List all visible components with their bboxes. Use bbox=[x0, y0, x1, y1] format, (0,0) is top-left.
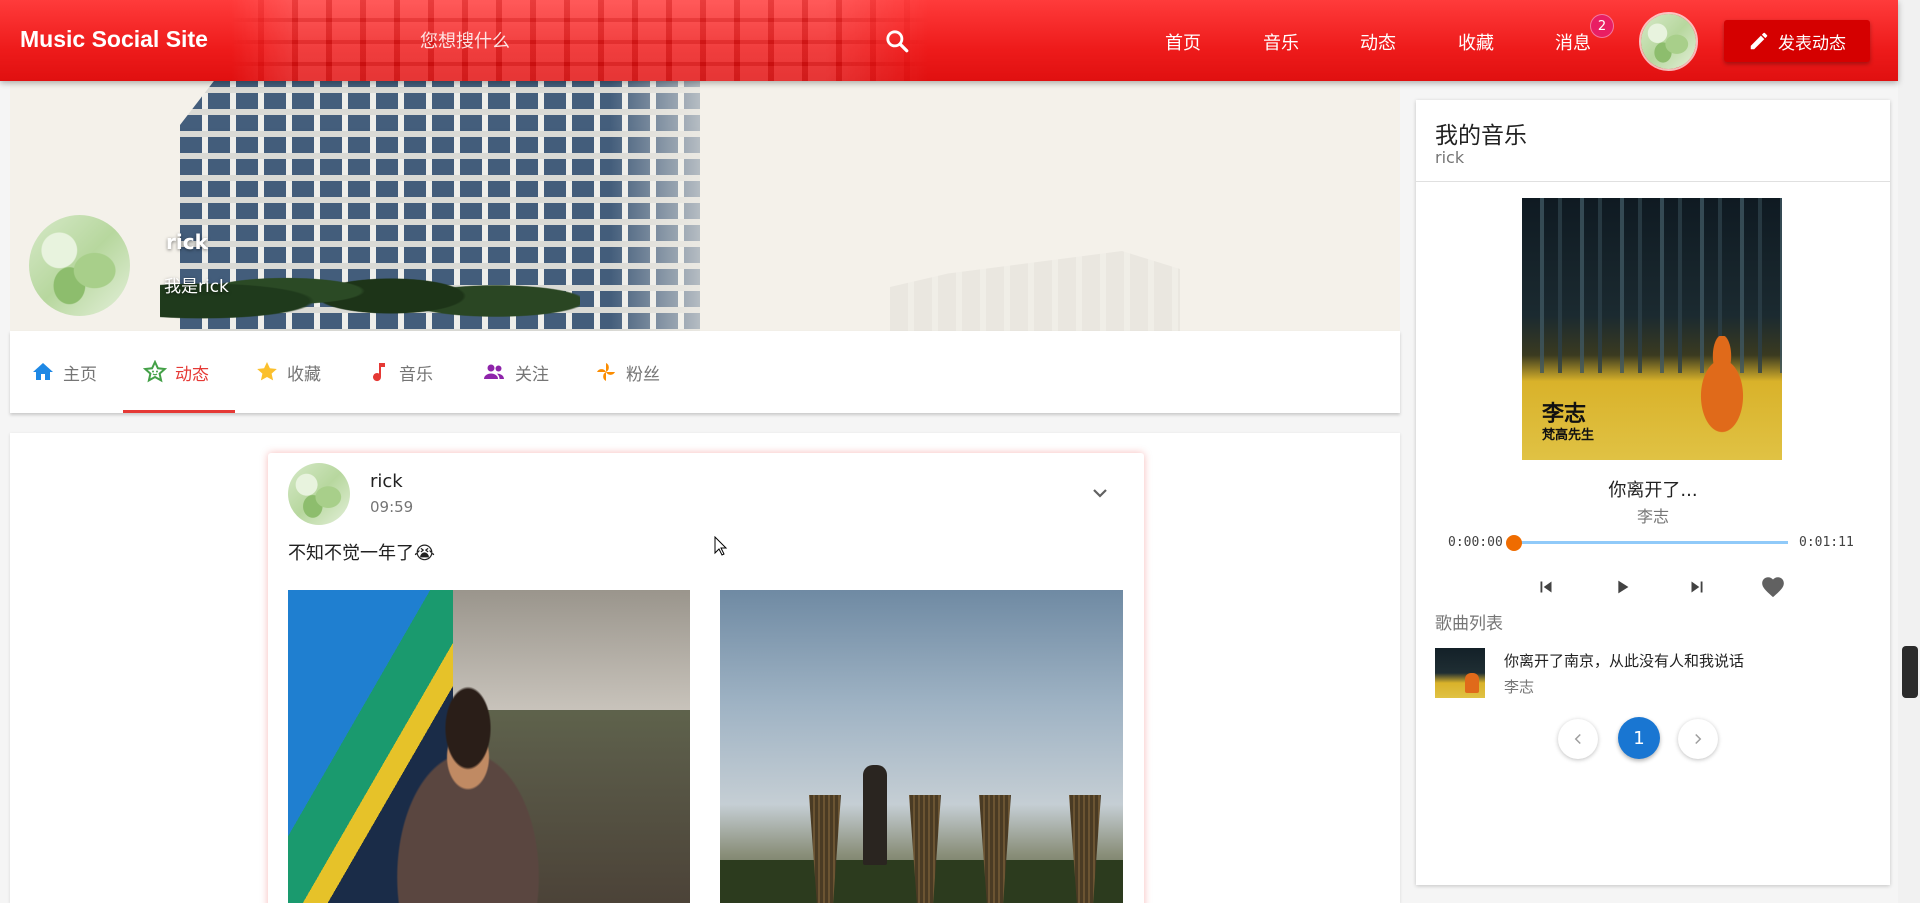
profile-name: rick bbox=[166, 230, 208, 254]
chevron-left-icon bbox=[1574, 733, 1581, 745]
user-avatar[interactable] bbox=[1639, 12, 1698, 71]
progress-slider-thumb[interactable] bbox=[1506, 535, 1522, 551]
profile-bio: 我是rick bbox=[164, 277, 229, 297]
scrollbar-thumb[interactable] bbox=[1902, 646, 1918, 698]
pagination-page[interactable]: 1 bbox=[1618, 717, 1660, 759]
tab-favorites[interactable]: 收藏 bbox=[255, 331, 321, 413]
tab-home-label: 主页 bbox=[63, 364, 97, 385]
playlist-heading: 歌曲列表 bbox=[1435, 614, 1503, 634]
site-title[interactable]: Music Social Site bbox=[20, 26, 208, 53]
tab-feed-label: 动态 bbox=[175, 364, 209, 385]
album-figure bbox=[1687, 336, 1757, 436]
people-icon bbox=[484, 364, 504, 379]
tab-feed[interactable]: 动态 bbox=[143, 331, 209, 413]
progress-slider[interactable] bbox=[1514, 541, 1788, 544]
home-icon bbox=[33, 363, 53, 380]
message-count-badge: 2 bbox=[1590, 14, 1614, 38]
my-music-panel: 我的音乐 rick 李志 梵高先生 你离开了... 李志 0:00:00 0:0… bbox=[1416, 100, 1890, 885]
nav-home[interactable]: 首页 bbox=[1165, 29, 1201, 55]
top-app-bar: Music Social Site 首页 音乐 动态 收藏 消息 2 发表动态 bbox=[0, 0, 1898, 81]
now-playing-artist: 李志 bbox=[1636, 507, 1669, 526]
cover-figure bbox=[1465, 673, 1479, 693]
tab-fans-label: 粉丝 bbox=[626, 364, 660, 385]
tab-home[interactable]: 主页 bbox=[31, 331, 97, 413]
tab-following-label: 关注 bbox=[515, 364, 549, 385]
photo-person bbox=[358, 685, 558, 903]
pagination-next[interactable] bbox=[1678, 719, 1718, 759]
music-panel-title: 我的音乐 bbox=[1435, 123, 1527, 149]
feed-container: rick 09:59 不知不觉一年了😭 bbox=[10, 433, 1400, 903]
playlist-item-cover[interactable] bbox=[1435, 648, 1485, 698]
pinwheel-icon bbox=[597, 363, 615, 381]
play-icon bbox=[1618, 580, 1629, 594]
divider bbox=[1416, 181, 1890, 182]
music-panel-owner: rick bbox=[1435, 148, 1465, 167]
music-note-icon bbox=[373, 363, 385, 382]
nav-feed[interactable]: 动态 bbox=[1360, 29, 1396, 55]
skip-previous-icon bbox=[1540, 581, 1552, 593]
post-timestamp: 09:59 bbox=[370, 498, 414, 516]
tab-favorites-label: 收藏 bbox=[287, 364, 321, 385]
tab-fans[interactable]: 粉丝 bbox=[594, 331, 660, 413]
now-playing-title: 你离开了... bbox=[1608, 480, 1698, 501]
mouse-cursor-icon bbox=[714, 536, 728, 556]
cover-building-faded bbox=[890, 251, 1180, 331]
playlist-item-artist: 李志 bbox=[1504, 678, 1535, 696]
skip-next-icon bbox=[1691, 581, 1703, 593]
nav-messages[interactable]: 消息 bbox=[1555, 29, 1591, 55]
post-author-name[interactable]: rick bbox=[370, 471, 403, 492]
cover-fade bbox=[610, 81, 750, 331]
new-post-label: 发表动态 bbox=[1778, 33, 1846, 54]
tab-music[interactable]: 音乐 bbox=[367, 331, 433, 413]
star-icon bbox=[257, 362, 277, 381]
nav-favorites[interactable]: 收藏 bbox=[1458, 29, 1494, 55]
photo-person bbox=[863, 765, 887, 865]
next-button[interactable] bbox=[1682, 572, 1712, 602]
pencil-icon bbox=[1750, 32, 1768, 50]
pagination-prev[interactable] bbox=[1558, 719, 1598, 759]
album-title-text: 梵高先生 bbox=[1542, 428, 1595, 443]
post-photo[interactable] bbox=[720, 590, 1123, 903]
total-time: 0:01:11 bbox=[1799, 535, 1854, 550]
post-photo[interactable] bbox=[288, 590, 690, 903]
post-text: 不知不觉一年了😭 bbox=[288, 543, 436, 564]
previous-button[interactable] bbox=[1531, 572, 1561, 602]
post-card: rick 09:59 不知不觉一年了😭 bbox=[268, 453, 1144, 903]
search-icon[interactable] bbox=[884, 28, 910, 54]
tab-music-label: 音乐 bbox=[399, 364, 433, 385]
profile-tabs: 主页 动态 收藏 音乐 关注 粉丝 bbox=[10, 331, 1400, 413]
play-button[interactable] bbox=[1607, 572, 1637, 602]
favorite-button[interactable] bbox=[1758, 572, 1788, 602]
tab-following[interactable]: 关注 bbox=[481, 331, 549, 413]
profile-avatar[interactable] bbox=[29, 215, 130, 316]
chevron-right-icon bbox=[1695, 733, 1702, 745]
album-cover: 李志 梵高先生 bbox=[1522, 198, 1782, 460]
new-post-button[interactable]: 发表动态 bbox=[1724, 20, 1870, 62]
post-author-avatar[interactable] bbox=[288, 463, 350, 525]
star-face-icon bbox=[143, 360, 167, 383]
playlist-item-title[interactable]: 你离开了南京，从此没有人和我说话 bbox=[1504, 650, 1744, 671]
search-input[interactable] bbox=[420, 24, 880, 58]
active-tab-indicator bbox=[123, 410, 235, 413]
current-time: 0:00:00 bbox=[1448, 535, 1503, 550]
heart-icon bbox=[1762, 577, 1784, 598]
chevron-down-icon[interactable] bbox=[1088, 481, 1112, 505]
page-scrollbar[interactable] bbox=[1898, 0, 1920, 903]
nav-music[interactable]: 音乐 bbox=[1263, 29, 1299, 55]
